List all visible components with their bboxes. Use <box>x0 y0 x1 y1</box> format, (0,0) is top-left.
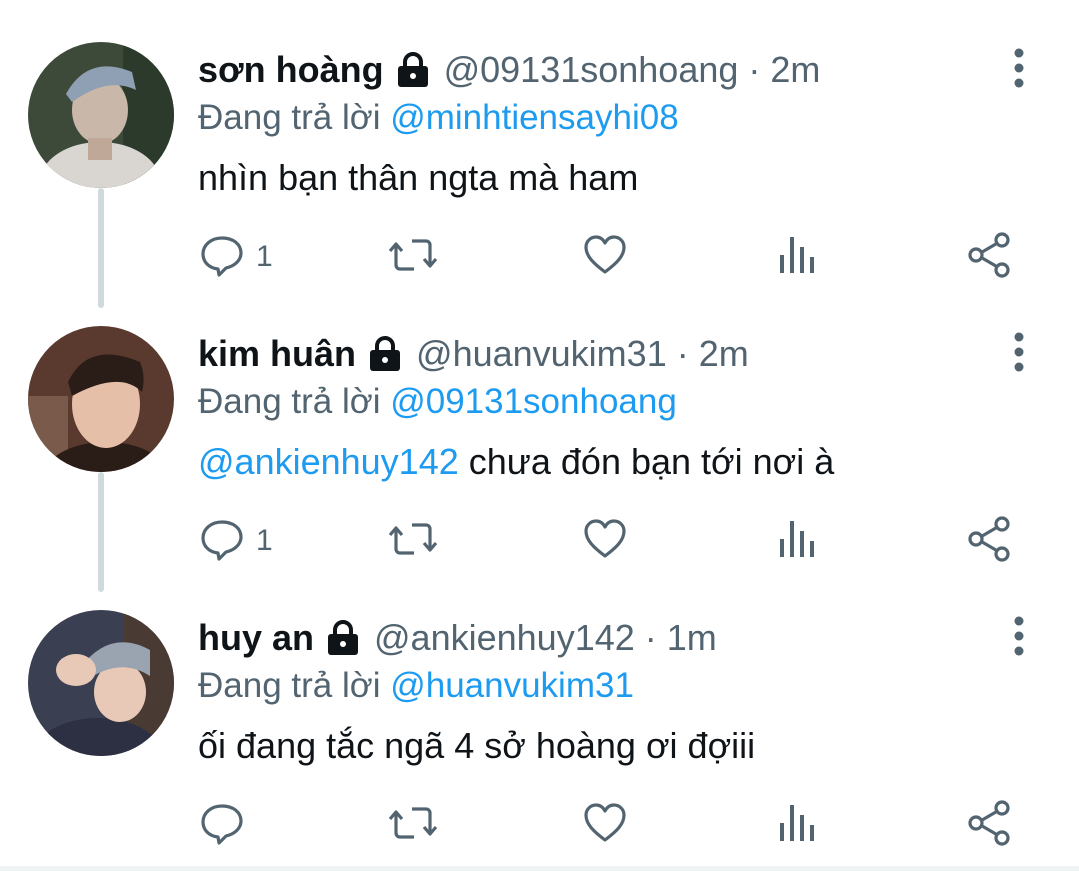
tweet-header: huy an @ankienhuy142 · 1m <box>198 612 717 664</box>
views-button[interactable] <box>778 800 818 850</box>
reply-button[interactable]: 1 <box>200 516 273 566</box>
user-handle[interactable]: @ankienhuy142 <box>374 612 635 664</box>
share-button[interactable] <box>966 515 1012 567</box>
display-name[interactable]: huy an <box>198 612 314 664</box>
separator-dot: · <box>748 49 761 90</box>
retweet-button[interactable] <box>388 800 438 850</box>
tweet[interactable]: huy an @ankienhuy142 · 1m Đang trả lời @… <box>0 568 1079 871</box>
separator-dot: · <box>676 333 689 374</box>
tweet-text: @ankienhuy142 chưa đón bạn tới nơi à <box>198 437 834 487</box>
tweet-mention[interactable]: @ankienhuy142 <box>198 441 459 482</box>
share-icon <box>966 231 1012 283</box>
like-button[interactable] <box>583 800 627 850</box>
retweet-icon <box>388 517 438 566</box>
analytics-icon <box>778 517 818 566</box>
views-button[interactable] <box>778 232 818 282</box>
retweet-button[interactable] <box>388 232 438 282</box>
tweet-actions: 1 <box>0 231 1079 283</box>
replying-to-handle[interactable]: @09131sonhoang <box>390 382 677 421</box>
retweet-button[interactable] <box>388 516 438 566</box>
reply-button[interactable] <box>200 800 256 850</box>
divider <box>0 866 1079 871</box>
share-button[interactable] <box>966 231 1012 283</box>
heart-icon <box>583 517 627 566</box>
lock-icon <box>324 618 362 658</box>
comment-icon <box>200 517 244 566</box>
tweet-text-content: chưa đón bạn tới nơi à <box>458 441 835 482</box>
retweet-icon <box>388 801 438 850</box>
display-name[interactable]: kim huân <box>198 328 356 380</box>
tweet-text: nhìn bạn thân ngta mà ham <box>198 153 638 203</box>
avatar[interactable] <box>28 42 174 188</box>
reply-count: 1 <box>256 240 273 273</box>
more-vertical-icon[interactable] <box>999 614 1039 658</box>
share-icon <box>966 799 1012 851</box>
replying-label: Đang trả lời <box>198 98 381 137</box>
heart-icon <box>583 801 627 850</box>
tweet-actions <box>0 799 1079 851</box>
replying-to: Đang trả lời @huanvukim31 <box>198 662 634 710</box>
tweet-text-content: ối đang tắc ngã 4 sở hoàng ơi đợiii <box>198 725 756 766</box>
analytics-icon <box>778 801 818 850</box>
timestamp[interactable]: 2m <box>770 44 820 96</box>
more-vertical-icon[interactable] <box>999 330 1039 374</box>
replying-label: Đang trả lời <box>198 666 381 705</box>
avatar[interactable] <box>28 326 174 472</box>
replying-label: Đang trả lời <box>198 382 381 421</box>
user-handle[interactable]: @huanvukim31 <box>416 328 667 380</box>
analytics-icon <box>778 233 818 282</box>
comment-icon <box>200 233 244 282</box>
display-name[interactable]: sơn hoàng <box>198 44 384 96</box>
avatar[interactable] <box>28 610 174 756</box>
share-icon <box>966 515 1012 567</box>
tweet-text: ối đang tắc ngã 4 sở hoàng ơi đợiii <box>198 721 755 771</box>
tweet[interactable]: sơn hoàng @09131sonhoang · 2m Đang trả l… <box>0 0 1079 284</box>
like-button[interactable] <box>583 516 627 566</box>
reply-button[interactable]: 1 <box>200 232 273 282</box>
tweet-header: sơn hoàng @09131sonhoang · 2m <box>198 44 820 96</box>
separator-dot: · <box>644 617 657 658</box>
retweet-icon <box>388 233 438 282</box>
reply-count: 1 <box>256 524 273 557</box>
views-button[interactable] <box>778 516 818 566</box>
heart-icon <box>583 233 627 282</box>
lock-icon <box>394 50 432 90</box>
reply-thread: sơn hoàng @09131sonhoang · 2m Đang trả l… <box>0 0 1079 871</box>
timestamp[interactable]: 1m <box>667 612 717 664</box>
replying-to-handle[interactable]: @huanvukim31 <box>390 666 634 705</box>
timestamp[interactable]: 2m <box>699 328 749 380</box>
tweet[interactable]: kim huân @huanvukim31 · 2m Đang trả lời … <box>0 284 1079 568</box>
replying-to: Đang trả lời @minhtiensayhi08 <box>198 94 679 142</box>
more-vertical-icon[interactable] <box>999 46 1039 90</box>
lock-icon <box>366 334 404 374</box>
tweet-header: kim huân @huanvukim31 · 2m <box>198 328 749 380</box>
replying-to-handle[interactable]: @minhtiensayhi08 <box>390 98 678 137</box>
share-button[interactable] <box>966 799 1012 851</box>
like-button[interactable] <box>583 232 627 282</box>
tweet-actions: 1 <box>0 515 1079 567</box>
user-handle[interactable]: @09131sonhoang <box>444 44 739 96</box>
comment-icon <box>200 801 244 850</box>
replying-to: Đang trả lời @09131sonhoang <box>198 378 677 426</box>
tweet-text-content: nhìn bạn thân ngta mà ham <box>198 157 639 198</box>
